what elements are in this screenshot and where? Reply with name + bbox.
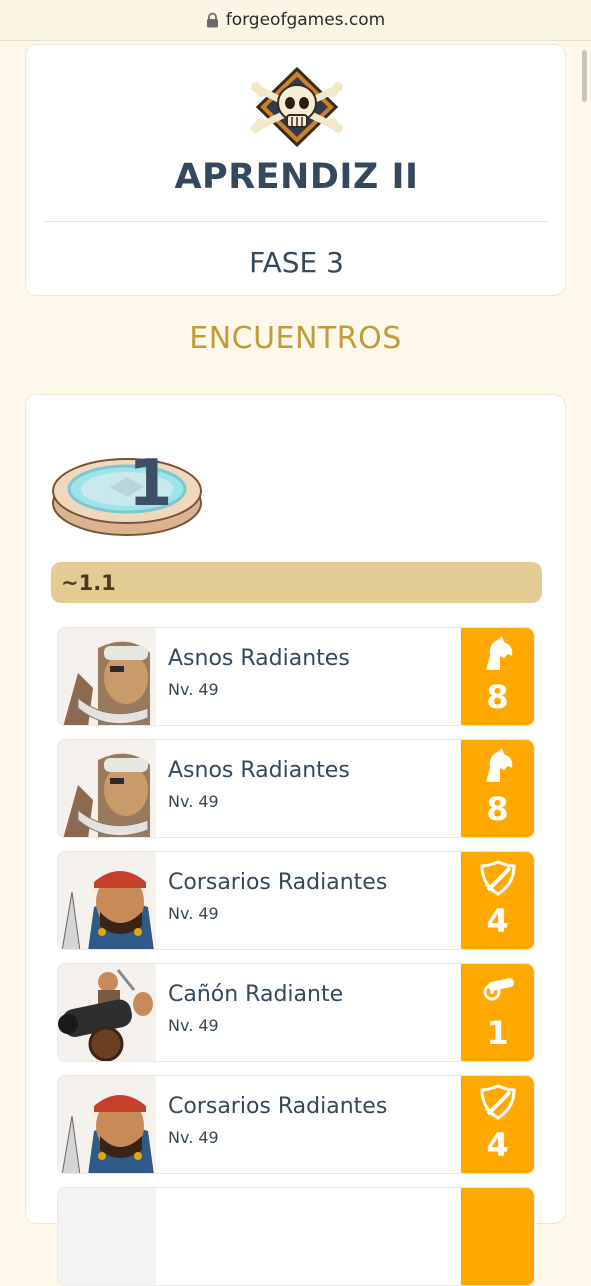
unit-row[interactable]: Asnos Radiantes Nv. 49 8	[57, 627, 535, 726]
unit-level: Nv. 49	[168, 904, 219, 923]
unit-portrait	[58, 1188, 156, 1285]
unit-portrait	[58, 1076, 156, 1173]
unit-count: 4	[486, 1126, 509, 1164]
unit-name: Cañón Radiante	[168, 982, 344, 1007]
unit-name: Asnos Radiantes	[168, 646, 350, 671]
unit-count: 1	[486, 1014, 509, 1052]
unit-count-badge	[461, 1188, 534, 1285]
rank-card: APRENDIZ II FASE 3	[25, 44, 566, 296]
sword-shield-icon	[480, 860, 516, 896]
encounter-pedestal: 1	[50, 425, 205, 540]
unit-portrait	[58, 964, 156, 1061]
wave-bar: ~1.1	[51, 562, 542, 603]
divider	[44, 221, 548, 222]
unit-portrait	[58, 852, 156, 949]
unit-row[interactable]: Corsarios Radiantes Nv. 49 4	[57, 1075, 535, 1174]
unit-level: Nv. 49	[168, 680, 219, 699]
encounter-card: 1 ~1.1 Asnos Radiantes Nv. 49 8 Asnos Ra…	[25, 394, 566, 1286]
horse-icon	[486, 748, 513, 782]
phase-label: FASE 3	[249, 246, 344, 279]
scrollbar[interactable]	[582, 50, 587, 102]
lock-icon	[206, 12, 219, 28]
unit-row[interactable]: Asnos Radiantes Nv. 49 8	[57, 739, 535, 838]
unit-row[interactable]: Cañón Radiante Nv. 49 1	[57, 963, 535, 1062]
encounter-number: 1	[128, 447, 173, 521]
unit-level: Nv. 49	[168, 792, 219, 811]
url-text: forgeofgames.com	[225, 10, 386, 30]
unit-level: Nv. 49	[168, 1128, 219, 1147]
unit-name: Corsarios Radiantes	[168, 1094, 388, 1119]
address-bar[interactable]: forgeofgames.com	[0, 0, 591, 41]
unit-level: Nv. 49	[168, 1016, 219, 1035]
unit-name: Asnos Radiantes	[168, 758, 350, 783]
unit-portrait	[58, 628, 156, 725]
unit-count-badge: 8	[461, 740, 534, 837]
skull-crossbones-icon	[251, 67, 343, 147]
unit-count-badge: 4	[461, 1076, 534, 1173]
unit-count: 8	[486, 790, 509, 828]
unit-row[interactable]	[57, 1187, 535, 1286]
unit-portrait	[58, 740, 156, 837]
unit-count-badge: 4	[461, 852, 534, 949]
rank-title: APRENDIZ II	[174, 157, 419, 197]
unit-count-badge: 8	[461, 628, 534, 725]
unit-row[interactable]: Corsarios Radiantes Nv. 49 4	[57, 851, 535, 950]
section-heading: ENCUENTROS	[189, 321, 402, 356]
unit-count-badge: 1	[461, 964, 534, 1061]
horse-icon	[486, 636, 513, 670]
cannon-icon	[483, 978, 515, 1001]
sword-shield-icon	[480, 1084, 516, 1120]
unit-name: Corsarios Radiantes	[168, 870, 388, 895]
unit-count: 8	[486, 678, 509, 716]
unit-count: 4	[486, 902, 509, 940]
